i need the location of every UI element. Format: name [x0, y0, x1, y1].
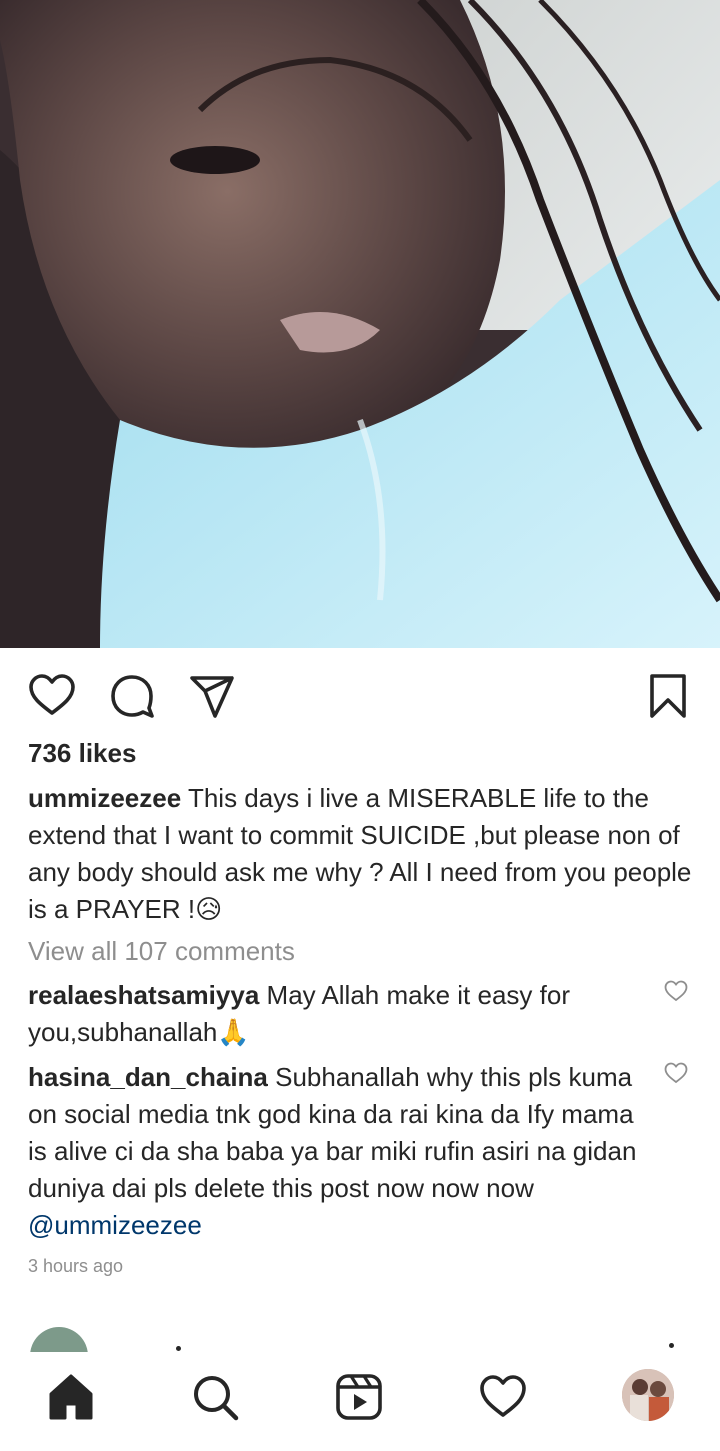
paper-plane-icon: [190, 676, 234, 718]
tab-reels[interactable]: [334, 1372, 384, 1422]
comment-username[interactable]: realaeshatsamiyya: [28, 980, 259, 1010]
tab-home[interactable]: [46, 1372, 96, 1422]
post-caption: ummizeezee This days i live a MISERABLE …: [28, 780, 698, 928]
share-button[interactable]: [188, 672, 236, 720]
comment-like-button[interactable]: [664, 979, 688, 1003]
comment-item: hasina_dan_chaina Subhanallah why this p…: [28, 1059, 648, 1244]
profile-avatar: [622, 1369, 674, 1421]
tab-activity[interactable]: [478, 1372, 528, 1422]
search-icon: [194, 1376, 239, 1421]
heart-outline-icon: [664, 1062, 688, 1084]
bottom-tab-bar: [0, 1352, 720, 1451]
post-image[interactable]: [0, 0, 720, 648]
bookmark-icon: [650, 674, 686, 718]
heart-outline-icon: [29, 674, 75, 715]
tab-search[interactable]: [190, 1372, 240, 1422]
heart-outline-icon: [480, 1375, 526, 1417]
heart-outline-icon: [664, 980, 688, 1002]
avatar[interactable]: [30, 1327, 88, 1352]
home-icon: [49, 1374, 93, 1420]
tab-profile[interactable]: [622, 1369, 674, 1421]
caption-username[interactable]: ummizeezee: [28, 783, 181, 813]
comment-like-button[interactable]: [664, 1061, 688, 1085]
more-options-icon[interactable]: [669, 1343, 674, 1348]
next-post-header: [0, 1322, 720, 1352]
sad-emoji: 😥: [195, 894, 223, 924]
comment-item: realaeshatsamiyya May Allah make it easy…: [28, 977, 648, 1051]
comment-button[interactable]: [108, 672, 156, 720]
comment-bubble-icon: [111, 675, 154, 718]
reels-icon: [336, 1374, 382, 1420]
dot-icon: [176, 1346, 181, 1351]
save-button[interactable]: [644, 672, 692, 720]
post-photo-art: [0, 0, 720, 648]
like-button[interactable]: [28, 672, 76, 720]
comment-mention[interactable]: @ummizeezee: [28, 1210, 202, 1240]
post-timestamp: 3 hours ago: [28, 1256, 124, 1276]
praying-hands-emoji: 🙏: [217, 1017, 250, 1047]
likes-count[interactable]: 736 likes: [28, 738, 136, 769]
view-all-comments-link[interactable]: View all 107 comments: [28, 936, 295, 967]
comment-username[interactable]: hasina_dan_chaina: [28, 1062, 268, 1092]
post-action-bar: [0, 648, 720, 740]
